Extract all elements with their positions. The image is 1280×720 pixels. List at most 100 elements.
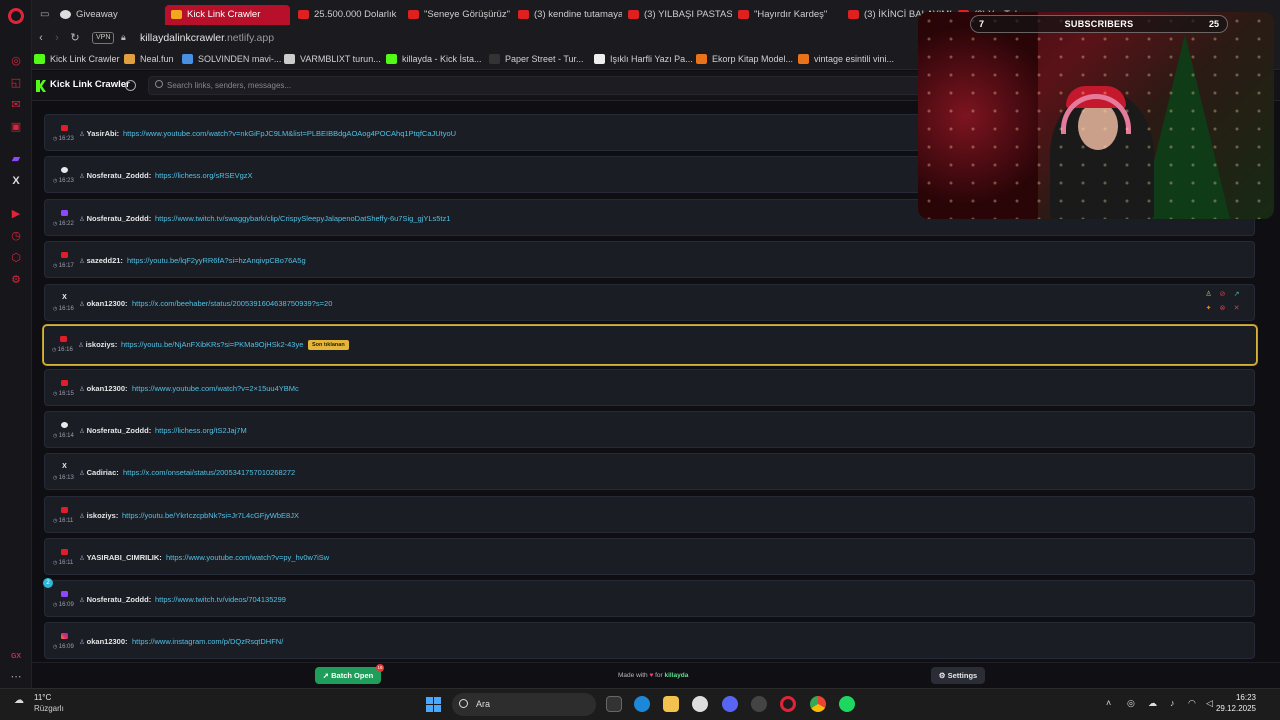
edge-icon[interactable] [634,696,650,712]
link-row[interactable]: 16:14 Nosferatu_Zoddd:https://lichess.org… [44,411,1255,448]
link-time: 16:11 [53,518,74,524]
link-url[interactable]: https://lichess.org/tS2Jaj7M [155,426,247,435]
reload-icon[interactable]: ↻ [68,31,82,45]
file-explorer-icon[interactable] [663,696,679,712]
link-row[interactable]: 16:09 okan12300: https://www.instagram.com… [44,622,1255,659]
link-url[interactable]: https://youtu.be/NjAnFXibKRs?si=PKMa9OjH… [121,340,303,349]
settings-gear-icon[interactable]: ⚙ [9,273,23,287]
gx-corner-icon[interactable]: ▣ [9,120,23,134]
bookmark-solvinden[interactable]: SOLVINDEN mavi-... [182,52,281,66]
link-url[interactable]: https://www.youtube.com/watch?v=py_hv0w7… [166,553,329,562]
vpn-badge[interactable]: VPN [92,32,115,44]
downloads-icon[interactable]: ⬡ [9,251,23,265]
forward-arrow-icon[interactable]: › [50,31,64,45]
twitch-icon[interactable]: ▰ [9,152,23,166]
link-url[interactable]: https://x.com/beehaber/status/2005391604… [132,299,332,308]
obs-icon[interactable] [751,696,767,712]
link-url[interactable]: https://www.instagram.com/p/DQzRsqtDHFN/ [132,637,283,646]
bookmark-killayda-kick[interactable]: killayda - Kick İsta... [386,52,482,66]
bookmark-neal-fun[interactable]: Neal.fun [124,52,174,66]
speed-dial-icon[interactable]: ◎ [9,54,23,68]
messenger-icon[interactable]: ✉ [9,98,23,112]
link-row[interactable]: 16:16 iskoziys:https://youtu.be/NjAnFXibK… [43,325,1257,365]
bookmark-vintage[interactable]: vintage esintili vini... [798,52,894,66]
search-input[interactable] [167,78,907,93]
link-url[interactable]: https://www.youtube.com/watch?v=nkGiFpJC… [123,129,456,138]
wifi-icon[interactable]: ◠ [1188,698,1196,709]
history-icon[interactable]: ◷ [9,229,23,243]
link-url[interactable]: https://x.com/onsetai/status/20053417570… [123,468,295,477]
link-url[interactable]: https://youtu.be/YkrIczcpbNk?si=Jr7L4cGF… [122,511,299,520]
settings-button[interactable]: ⚙ Settings [931,667,985,684]
bookmark-isikli-harfli[interactable]: Işıklı Harfli Yazı Pa... [594,52,693,66]
github-icon[interactable] [125,80,136,91]
workspaces-icon[interactable]: ▭ [40,9,52,20]
volume-icon[interactable]: ◁ [1206,698,1213,709]
task-view-icon[interactable] [606,696,622,712]
batch-open-button[interactable]: ➚ Batch Open [315,667,381,684]
link-row[interactable]: 16:15 okan12300: https://www.youtube.com/w… [44,369,1255,406]
youtube-platform-icon [61,380,68,386]
mute-icon[interactable]: ⊗ [1218,304,1227,313]
opera-gx-icon[interactable] [780,696,796,712]
wind-weather-icon[interactable]: ☁ [14,695,28,707]
user-icon[interactable]: ♙ [1204,290,1213,299]
search-box[interactable] [148,76,928,95]
tab-youtube-3[interactable]: (3) kendine tutamaya [512,5,622,25]
player-icon[interactable]: ▶ [9,207,23,221]
spotify-icon[interactable] [839,696,855,712]
more-icon[interactable]: ⋯ [9,670,23,684]
back-arrow-icon[interactable]: ‹ [34,31,48,45]
link-row[interactable]: 16:11 iskoziys:https://youtu.be/YkrIczcpb… [44,496,1255,533]
taskbar-search[interactable]: Ara [452,693,596,716]
tray-app-icon[interactable]: ◎ [1127,698,1135,709]
trash-icon[interactable]: ✕ [1232,304,1241,313]
onedrive-icon[interactable]: ☁ [1148,698,1157,709]
link-row[interactable]: 16:09 Nosferatu_Zoddd:https://www.twitch.… [44,580,1255,617]
bookmarks-icon[interactable]: ◱ [9,76,23,90]
link-time: 16:16 [52,347,73,353]
tab-youtube-1[interactable]: 25.500.000 Dolarlık [292,5,402,25]
fire-icon[interactable]: ✦ [1204,304,1213,313]
link-row[interactable]: X 16:16 okan12300: https://x.com/beehaber/s… [44,284,1255,321]
tab-youtube-5[interactable]: "Hayırdır Kardeş" [732,5,842,25]
bookmark-varmblixt[interactable]: VARMBLIXT turun... [284,52,381,66]
clock-date[interactable]: 29.12.2025 [1216,704,1256,713]
chrome-icon[interactable] [810,696,826,712]
link-row[interactable]: 16:11 YASIRABI_CIMRILIK: https://www.youtu… [44,538,1255,575]
microphone-icon[interactable]: ♪ [1170,698,1175,708]
tray-chevron-icon[interactable]: ˄ [1106,698,1111,708]
tab-kick-link-crawler[interactable]: Kick Link Crawler [165,5,290,25]
youtube-favicon-icon [848,10,859,19]
lock-icon[interactable]: 🔒︎ [121,32,126,43]
link-url[interactable]: https://www.youtube.com/watch?v=2×15uu4Y… [132,384,299,393]
block-icon[interactable]: ⊘ [1218,290,1227,299]
link-url[interactable]: https://www.twitch.tv/videos/704135299 [155,595,286,604]
weather-temperature[interactable]: 11°C [34,693,51,702]
instagram-platform-icon [61,633,68,639]
made-with-author[interactable]: killayda [665,672,689,679]
subscriber-target: 25 [1208,19,1219,29]
weather-description[interactable]: Rüzgarlı [34,704,64,713]
link-row[interactable]: 16:17 sazedd21: https://youtu.be/lqF2yyRR6… [44,241,1255,278]
tab-giveaway[interactable]: Giveaway [54,5,164,25]
bookmark-paper-street[interactable]: Paper Street - Tur... [489,52,584,66]
bookmark-kick-link-crawler[interactable]: Kick Link Crawler [34,52,120,66]
open-external-icon[interactable]: ↗ [1232,290,1241,299]
tab-youtube-2[interactable]: "Seneye Görüşürüz" [402,5,512,25]
link-url[interactable]: https://www.twitch.tv/swaggybark/clip/Cr… [155,214,450,223]
opera-logo-icon[interactable] [8,8,24,24]
x-twitter-icon[interactable]: X [9,174,23,188]
link-row[interactable]: X 16:13 Cadiriac: https://x.com/onsetai/sta… [44,453,1255,490]
lichess-platform-icon [61,422,68,428]
url-field[interactable]: killaydalinkcrawler.netlify.app [140,31,274,45]
windows-start-icon[interactable] [426,697,441,712]
steam-icon[interactable] [692,696,708,712]
link-url[interactable]: https://youtu.be/lqF2yyRR6fA?si=hzAnqivp… [127,256,306,265]
bookmark-ekorp-kitap[interactable]: Ekorp Kitap Model... [696,52,793,66]
gx-logo-icon[interactable]: GX [9,650,23,664]
tab-youtube-4[interactable]: (3) YILBAŞI PASTASI [622,5,732,25]
clock-time[interactable]: 16:23 [1236,693,1256,702]
discord-icon[interactable] [722,696,738,712]
link-url[interactable]: https://lichess.org/sRSEVgzX [155,171,253,180]
